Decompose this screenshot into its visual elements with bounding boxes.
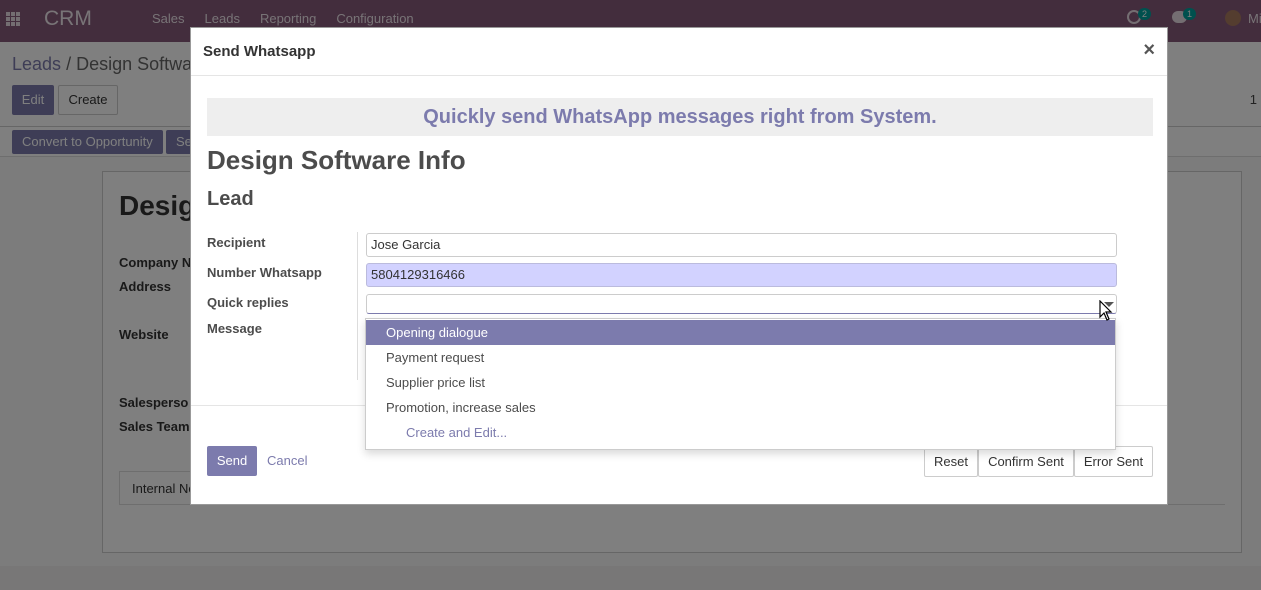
create-and-edit-option[interactable]: Create and Edit... (366, 420, 1115, 445)
error-sent-button[interactable]: Error Sent (1074, 446, 1153, 477)
recipient-field[interactable]: Jose Garcia (366, 233, 1117, 257)
dropdown-option[interactable]: Payment request (366, 345, 1115, 370)
record-title: Design Software Info (207, 145, 466, 175)
dropdown-option[interactable]: Supplier price list (366, 370, 1115, 395)
modal-title: Send Whatsapp (203, 43, 316, 60)
recipient-label: Recipient (207, 235, 266, 250)
cancel-button[interactable]: Cancel (267, 453, 307, 468)
close-icon[interactable]: × (1143, 39, 1155, 62)
quick-replies-select[interactable] (366, 294, 1117, 314)
info-banner: Quickly send WhatsApp messages right fro… (207, 98, 1153, 136)
dropdown-option[interactable]: Promotion, increase sales (366, 395, 1115, 420)
modal-header: Send Whatsapp × (191, 28, 1167, 76)
number-whatsapp-label: Number Whatsapp (207, 265, 322, 280)
quick-replies-dropdown: Opening dialogue Payment request Supplie… (365, 318, 1116, 450)
field-divider (357, 232, 358, 380)
send-button[interactable]: Send (207, 446, 257, 476)
quick-replies-label: Quick replies (207, 295, 289, 310)
message-label: Message (207, 321, 262, 336)
record-subtitle: Lead (207, 188, 254, 210)
dropdown-option[interactable]: Opening dialogue (366, 320, 1115, 345)
number-whatsapp-field[interactable]: 5804129316466 (366, 263, 1117, 287)
reset-button[interactable]: Reset (924, 446, 978, 477)
confirm-sent-button[interactable]: Confirm Sent (978, 446, 1074, 477)
